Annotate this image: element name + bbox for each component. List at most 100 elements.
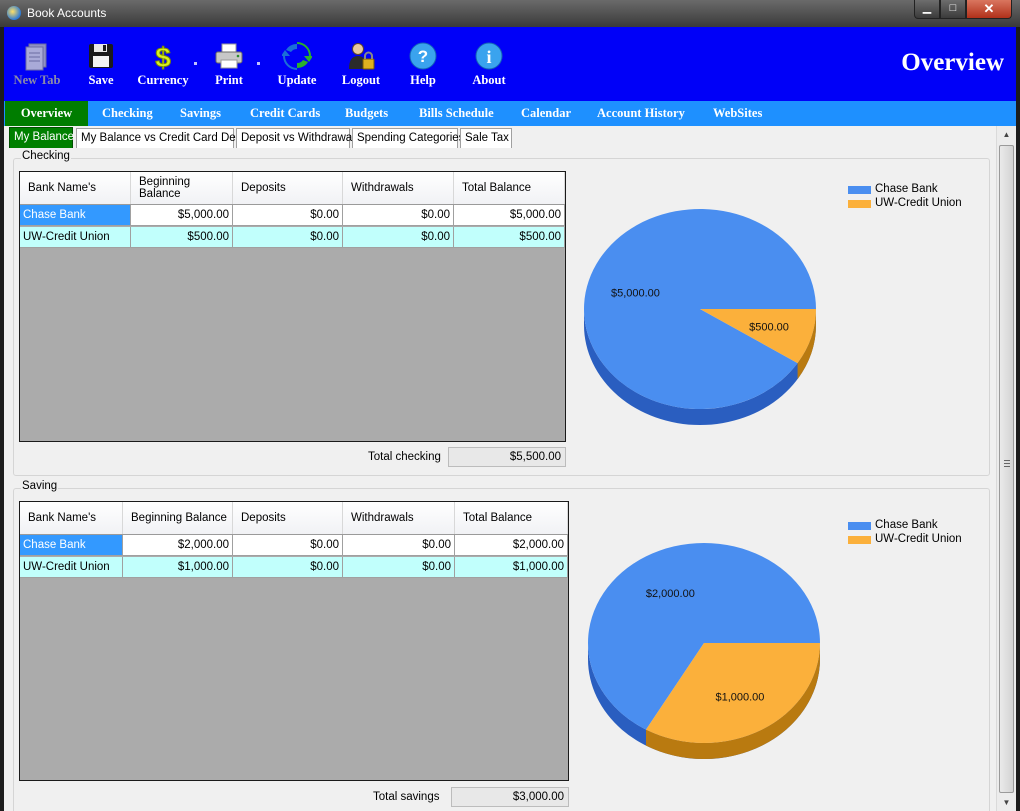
saving-legend: Chase Bank UW-Credit Union <box>848 519 962 547</box>
grip-icon <box>1004 460 1010 468</box>
total-checking-value: $5,500.00 <box>448 447 566 467</box>
print-button[interactable]: Print <box>209 41 249 93</box>
help-button[interactable]: ? Help <box>404 41 442 93</box>
new-tab-icon <box>25 43 47 71</box>
new-tab-button[interactable]: New Tab <box>6 41 68 93</box>
page-title: Overview <box>901 49 1004 76</box>
table-row[interactable]: Chase Bank $2,000.00 $0.00 $0.00 $2,000.… <box>20 535 568 557</box>
nav-item-bills-schedule[interactable]: Bills Schedule <box>406 101 507 126</box>
refresh-icon <box>282 42 312 70</box>
cell-withdrawals[interactable]: $0.00 <box>343 535 455 556</box>
scroll-up-icon[interactable]: ▲ <box>997 126 1016 143</box>
column-header-total-balance[interactable]: Total Balance <box>454 172 565 204</box>
about-button[interactable]: i About <box>466 41 512 93</box>
column-header-withdrawals[interactable]: Withdrawals <box>343 172 454 204</box>
cell-total-balance[interactable]: $5,000.00 <box>454 205 565 226</box>
checking-group: Checking Bank Name's Beginning Balance D… <box>13 150 990 476</box>
nav-item-websites[interactable]: WebSites <box>700 101 775 126</box>
saving-grid[interactable]: Bank Name's Beginning Balance Deposits W… <box>19 501 569 781</box>
legend-item-chase-bank: Chase Bank <box>848 183 962 197</box>
cell-beginning-balance[interactable]: $2,000.00 <box>123 535 233 556</box>
table-row[interactable]: UW-Credit Union $500.00 $0.00 $0.00 $500… <box>20 227 565 249</box>
column-header-deposits[interactable]: Deposits <box>233 172 343 204</box>
legend-swatch-uw-credit-union <box>848 536 871 544</box>
minimize-button[interactable]: ▁ <box>914 0 940 19</box>
update-button[interactable]: Update <box>271 41 323 93</box>
scroll-down-icon[interactable]: ▼ <box>997 794 1016 811</box>
nav-item-calendar[interactable]: Calendar <box>508 101 584 126</box>
pie-data-label: $2,000.00 <box>646 588 695 600</box>
window-title-bar: Book Accounts ▁ □ ✕ <box>0 0 1020 27</box>
legend-label: UW-Credit Union <box>875 197 962 209</box>
column-header-withdrawals[interactable]: Withdrawals <box>343 502 455 534</box>
nav-item-account-history[interactable]: Account History <box>584 101 698 126</box>
sub-tab-strip: My Balance My Balance vs Credit Card Deb… <box>4 126 999 148</box>
tab-deposit-vs-withdrawal[interactable]: Deposit vs Withdrawal <box>236 128 355 148</box>
toolbar-separator <box>257 62 260 65</box>
save-label: Save <box>88 73 114 87</box>
cell-deposits[interactable]: $0.00 <box>233 205 343 226</box>
cell-beginning-balance[interactable]: $5,000.00 <box>131 205 233 226</box>
new-tab-label: New Tab <box>13 73 61 87</box>
vertical-scrollbar[interactable]: ▲ ▼ <box>996 126 1016 811</box>
currency-button[interactable]: $ Currency <box>134 41 192 93</box>
cell-withdrawals[interactable]: $0.00 <box>343 557 455 578</box>
column-header-beginning-balance[interactable]: Beginning Balance <box>131 172 233 204</box>
tab-balance-vs-credit-card-debt[interactable]: My Balance vs Credit Card Debt <box>76 128 245 148</box>
cell-total-balance[interactable]: $500.00 <box>454 227 565 248</box>
saving-pie-chart: $2,000.00 $1,000.00 <box>588 543 820 759</box>
nav-item-checking[interactable]: Checking <box>89 101 166 126</box>
cell-total-balance[interactable]: $2,000.00 <box>455 535 568 556</box>
column-header-bank-name[interactable]: Bank Name's <box>20 502 123 534</box>
checking-legend: Chase Bank UW-Credit Union <box>848 183 962 211</box>
nav-item-budgets[interactable]: Budgets <box>332 101 401 126</box>
cell-withdrawals[interactable]: $0.00 <box>343 205 454 226</box>
nav-item-savings[interactable]: Savings <box>167 101 234 126</box>
cell-bank-name[interactable]: Chase Bank <box>20 535 123 556</box>
logout-button[interactable]: Logout <box>336 41 386 93</box>
user-lock-icon <box>349 43 375 70</box>
tab-sale-tax[interactable]: Sale Tax <box>460 128 512 148</box>
checking-group-title: Checking <box>21 150 71 162</box>
cell-beginning-balance[interactable]: $1,000.00 <box>123 557 233 578</box>
logout-label: Logout <box>341 73 381 87</box>
column-header-deposits[interactable]: Deposits <box>233 502 343 534</box>
currency-label: Currency <box>137 73 189 87</box>
saving-group: Saving Bank Name's Beginning Balance Dep… <box>13 480 990 811</box>
cell-bank-name[interactable]: UW-Credit Union <box>20 227 131 248</box>
cell-deposits[interactable]: $0.00 <box>233 535 343 556</box>
cell-bank-name[interactable]: Chase Bank <box>20 205 131 226</box>
column-header-total-balance[interactable]: Total Balance <box>455 502 568 534</box>
svg-text:i: i <box>486 47 491 67</box>
nav-item-overview[interactable]: Overview <box>5 101 88 126</box>
printer-icon <box>215 43 243 69</box>
cell-beginning-balance[interactable]: $500.00 <box>131 227 233 248</box>
table-row[interactable]: UW-Credit Union $1,000.00 $0.00 $0.00 $1… <box>20 557 568 579</box>
cell-bank-name[interactable]: UW-Credit Union <box>20 557 123 578</box>
cell-withdrawals[interactable]: $0.00 <box>343 227 454 248</box>
main-navigation: Overview Checking Savings Credit Cards B… <box>4 101 1016 126</box>
dollar-icon: $ <box>155 42 172 72</box>
print-label: Print <box>215 73 243 87</box>
checking-grid[interactable]: Bank Name's Beginning Balance Deposits W… <box>19 171 566 442</box>
close-button[interactable]: ✕ <box>966 0 1012 19</box>
tab-my-balance[interactable]: My Balance <box>9 127 74 148</box>
table-row[interactable]: Chase Bank $5,000.00 $0.00 $0.00 $5,000.… <box>20 205 565 227</box>
tab-spending-categories[interactable]: Spending Categories <box>352 128 464 148</box>
column-header-bank-name[interactable]: Bank Name's <box>20 172 131 204</box>
scroll-thumb[interactable] <box>999 145 1014 793</box>
legend-item-uw-credit-union: UW-Credit Union <box>848 533 962 547</box>
grid-header: Bank Name's Beginning Balance Deposits W… <box>20 502 568 535</box>
cell-deposits[interactable]: $0.00 <box>233 557 343 578</box>
help-icon: ? <box>409 42 437 70</box>
cell-total-balance[interactable]: $1,000.00 <box>455 557 568 578</box>
pie-data-label: $5,000.00 <box>611 288 660 300</box>
info-icon: i <box>475 42 503 70</box>
cell-deposits[interactable]: $0.00 <box>233 227 343 248</box>
maximize-button[interactable]: □ <box>940 0 966 19</box>
column-header-beginning-balance[interactable]: Beginning Balance <box>123 502 233 534</box>
pie-data-label: $1,000.00 <box>715 692 764 704</box>
legend-swatch-chase-bank <box>848 522 871 530</box>
nav-item-credit-cards[interactable]: Credit Cards <box>237 101 333 126</box>
save-button[interactable]: Save <box>83 41 119 93</box>
